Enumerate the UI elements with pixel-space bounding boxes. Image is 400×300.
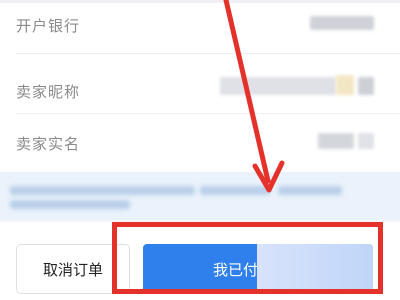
notice-text-blurred [278,186,342,195]
nickname-label: 卖家昵称 [16,83,81,101]
real-name-label: 卖家实名 [16,135,81,153]
real-name-value-blurred [318,133,354,149]
row-divider [16,53,400,54]
real-name-extra-blurred [358,133,374,149]
nickname-avatar-blurred [336,75,354,95]
order-payment-screen: 开户银行 卖家昵称 卖家实名 取消订单 我已付 [0,0,400,300]
notice-text-blurred [200,186,270,195]
bank-value-blurred [310,16,374,30]
info-row-bank: 开户银行 [0,3,400,59]
nickname-value-blurred [220,77,336,95]
seller-info-card: 开户银行 卖家昵称 卖家实名 [0,3,400,173]
notice-text-blurred [10,200,130,209]
nickname-extra-blurred [358,77,374,95]
row-divider [16,113,400,114]
notice-text-blurred [10,186,195,195]
info-row-real-name: 卖家实名 [0,115,400,171]
bank-label: 开户银行 [16,17,81,35]
paid-button-label: 我已付 [213,260,259,279]
payment-notice-band [0,172,400,220]
info-row-nickname: 卖家昵称 [0,63,400,119]
